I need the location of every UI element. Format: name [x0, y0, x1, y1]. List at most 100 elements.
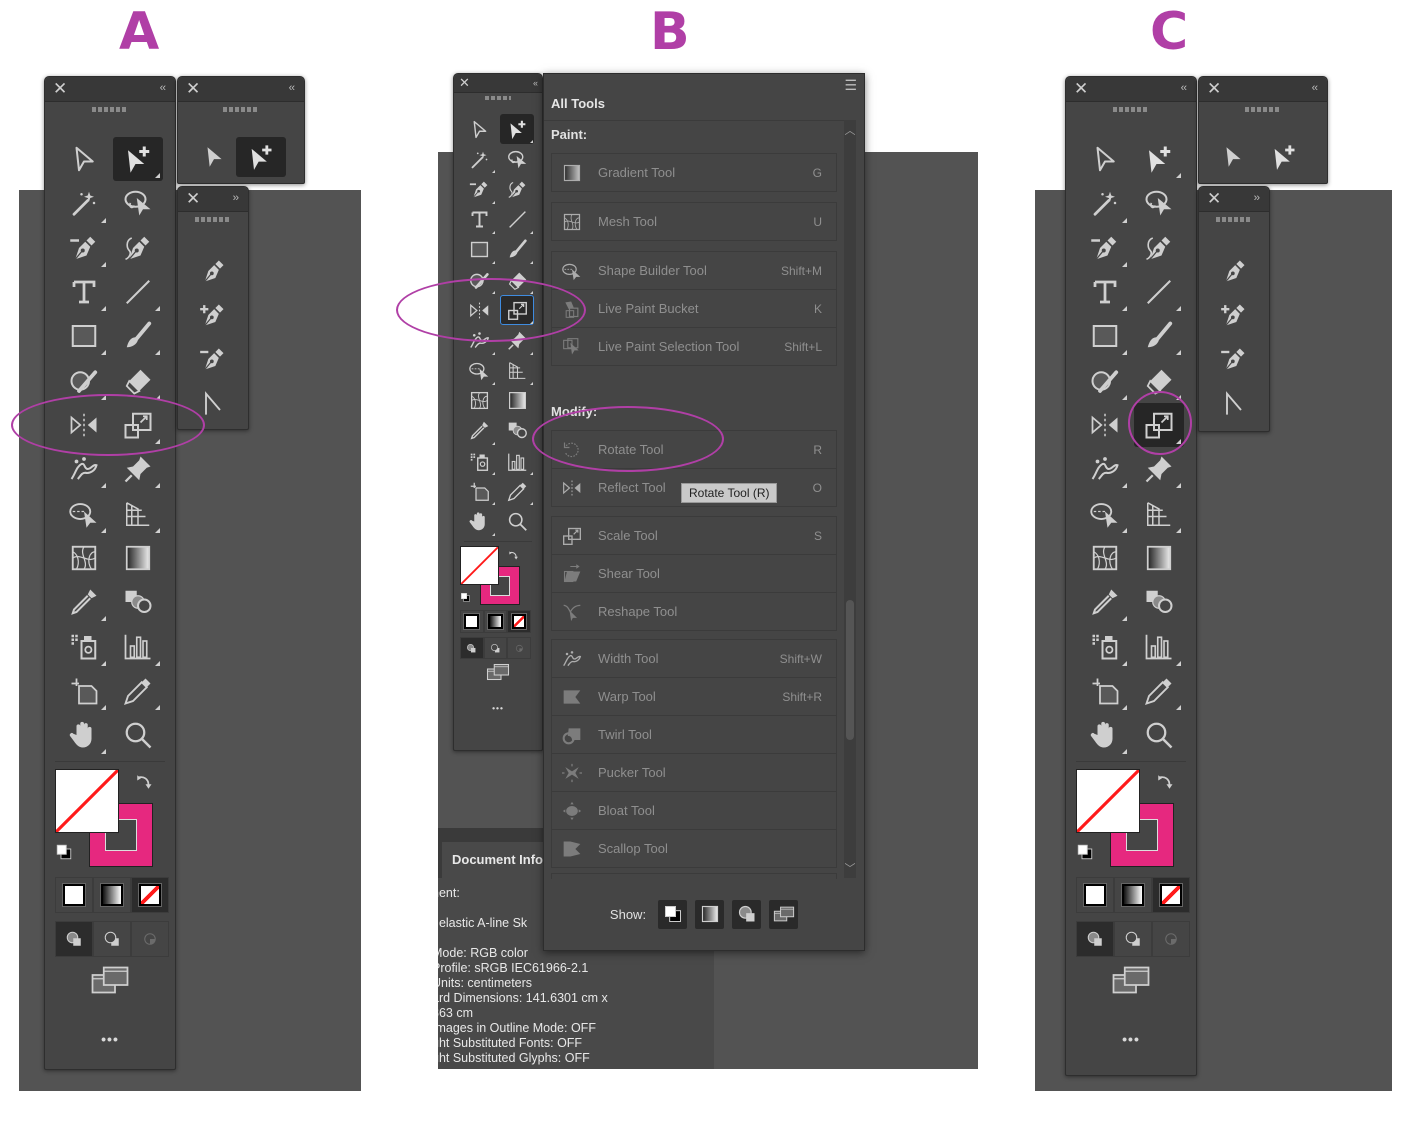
- shape-builder-tool[interactable]: [59, 491, 109, 535]
- swap-fill-stroke-icon[interactable]: [508, 548, 519, 566]
- delete-anchor-point-tool[interactable]: [59, 226, 109, 270]
- shaper-tool[interactable]: [462, 265, 496, 295]
- tool-row-pucker-tool[interactable]: Pucker Tool: [552, 754, 836, 792]
- draw-normal-button[interactable]: [460, 636, 484, 660]
- edit-toolbar-button[interactable]: •••: [492, 703, 504, 713]
- paintbrush-tool[interactable]: [500, 235, 534, 265]
- scroll-up-icon[interactable]: ︿: [844, 122, 856, 138]
- zoom-tool[interactable]: [113, 713, 163, 757]
- collapse-icon[interactable]: ‹‹: [160, 80, 166, 96]
- color-button[interactable]: [1076, 877, 1114, 914]
- show-screen-modes-button[interactable]: [769, 899, 799, 929]
- tool-row-shape-builder-tool[interactable]: Shape Builder Tool Shift+M: [552, 252, 836, 290]
- drag-grip[interactable]: [454, 93, 542, 103]
- delete-anchor-point-tool[interactable]: [188, 337, 238, 381]
- draw-behind-button[interactable]: [93, 921, 131, 958]
- eyedropper-tool[interactable]: [59, 580, 109, 624]
- close-icon[interactable]: ✕: [186, 79, 200, 99]
- rectangle-tool[interactable]: [462, 235, 496, 265]
- collapse-icon[interactable]: ‹‹: [1181, 80, 1187, 96]
- paintbrush-tool[interactable]: [1134, 314, 1184, 358]
- drag-grip[interactable]: [1066, 102, 1196, 116]
- direct-selection-tool[interactable]: [1134, 137, 1184, 181]
- scale-tool[interactable]: [500, 295, 534, 326]
- default-fill-stroke-icon[interactable]: [460, 590, 471, 608]
- show-fill-stroke-button[interactable]: [658, 899, 688, 929]
- close-icon[interactable]: ✕: [1074, 79, 1088, 99]
- swap-fill-stroke-icon[interactable]: [135, 773, 153, 796]
- lasso-tool[interactable]: [1134, 181, 1184, 225]
- draw-normal-button[interactable]: [1076, 921, 1114, 958]
- hand-tool[interactable]: [462, 506, 496, 536]
- draw-normal-button[interactable]: [55, 921, 93, 958]
- drag-grip[interactable]: [45, 102, 175, 116]
- tool-row-mesh-tool[interactable]: Mesh Tool U: [552, 203, 836, 240]
- fill-swatch[interactable]: [460, 545, 500, 585]
- scroll-down-icon[interactable]: ﹀: [844, 860, 856, 876]
- type-tool[interactable]: [1080, 270, 1130, 314]
- perspective-grid-tool[interactable]: [1134, 491, 1184, 535]
- lasso-tool[interactable]: [113, 181, 163, 225]
- scale-tool[interactable]: [113, 403, 163, 447]
- close-icon[interactable]: ✕: [186, 189, 200, 209]
- draw-inside-button[interactable]: [131, 921, 169, 958]
- scale-tool[interactable]: [1134, 402, 1184, 448]
- change-screen-mode-button[interactable]: [486, 663, 510, 686]
- symbol-sprayer-tool[interactable]: [1080, 624, 1130, 668]
- edit-toolbar-button[interactable]: •••: [101, 1031, 119, 1047]
- panel-menu-icon[interactable]: ☰: [844, 77, 857, 94]
- tool-row-live-paint-selection-tool[interactable]: Live Paint Selection Tool Shift+L: [552, 328, 836, 365]
- tool-row-reshape-tool[interactable]: Reshape Tool: [552, 593, 836, 630]
- collapse-icon[interactable]: ‹‹: [533, 75, 538, 91]
- show-color-button[interactable]: [695, 899, 725, 929]
- perspective-grid-tool[interactable]: [113, 491, 163, 535]
- flyout-header[interactable]: ✕ ‹‹: [1199, 77, 1327, 102]
- curvature-tool[interactable]: [500, 174, 534, 204]
- magic-wand-tool[interactable]: [59, 181, 109, 225]
- shaper-tool[interactable]: [59, 358, 109, 402]
- shape-builder-tool[interactable]: [1080, 491, 1130, 535]
- gradient-tool[interactable]: [500, 386, 534, 416]
- direct-selection-tool[interactable]: [1261, 137, 1307, 177]
- tool-row-shear-tool[interactable]: Shear Tool: [552, 555, 836, 593]
- gradient-button[interactable]: [483, 610, 508, 633]
- scrollbar-thumb[interactable]: [846, 600, 854, 740]
- gradient-button[interactable]: [93, 877, 131, 914]
- column-graph-tool[interactable]: [500, 446, 534, 476]
- toolbar-header[interactable]: ✕ ‹‹: [1066, 77, 1196, 102]
- line-segment-tool[interactable]: [113, 270, 163, 314]
- change-screen-mode-button[interactable]: [1111, 965, 1151, 1000]
- default-fill-stroke-icon[interactable]: [55, 843, 73, 866]
- mesh-tool[interactable]: [1080, 536, 1130, 580]
- close-icon[interactable]: ✕: [1207, 79, 1221, 99]
- gradient-tool[interactable]: [1134, 536, 1184, 580]
- drag-grip[interactable]: [1199, 212, 1269, 226]
- flyout-header[interactable]: ✕ ››: [178, 187, 248, 212]
- type-tool[interactable]: [462, 205, 496, 235]
- lasso-tool[interactable]: [500, 144, 534, 174]
- toolbar-header[interactable]: ✕ ‹‹: [45, 77, 175, 102]
- fill-swatch[interactable]: [1076, 769, 1140, 834]
- tool-row-width-tool[interactable]: Width Tool Shift+W: [552, 640, 836, 678]
- selection-tool[interactable]: [462, 114, 496, 144]
- delete-anchor-point-tool[interactable]: [462, 174, 496, 204]
- direct-selection-tool[interactable]: [113, 137, 163, 182]
- mesh-tool[interactable]: [462, 386, 496, 416]
- puppet-warp-tool[interactable]: [500, 325, 534, 355]
- direct-selection-tool[interactable]: [500, 114, 534, 145]
- draw-behind-button[interactable]: [1114, 921, 1152, 958]
- artboard-tool[interactable]: [462, 476, 496, 506]
- delete-anchor-point-tool[interactable]: [1080, 226, 1130, 270]
- drag-grip[interactable]: [178, 212, 248, 226]
- add-anchor-point-tool[interactable]: [1209, 293, 1259, 337]
- artboard-tool[interactable]: [59, 669, 109, 713]
- zoom-tool[interactable]: [1134, 713, 1184, 757]
- tool-row-bloat-tool[interactable]: Bloat Tool: [552, 792, 836, 830]
- slice-tool[interactable]: [113, 669, 163, 713]
- selection-tool[interactable]: [192, 137, 236, 177]
- swap-fill-stroke-icon[interactable]: [1156, 773, 1174, 796]
- expand-icon[interactable]: ››: [1254, 190, 1260, 206]
- puppet-warp-tool[interactable]: [1134, 447, 1184, 491]
- anchor-point-tool[interactable]: [1209, 381, 1259, 425]
- none-button[interactable]: [131, 877, 169, 914]
